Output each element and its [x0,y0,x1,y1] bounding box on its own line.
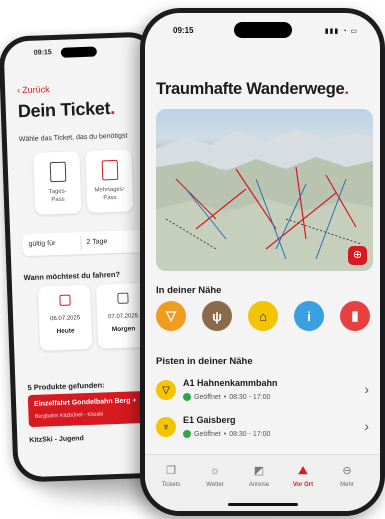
calendar-icon [59,294,71,306]
dynamic-island [60,46,98,58]
slope-name: A1 Hahnenkammbahn [183,378,278,388]
zoom-icon[interactable]: ⊕ [348,246,367,265]
tab-travel[interactable]: ◩ Anreise [237,463,281,488]
nearby-heading: In deiner Nähe [156,285,222,296]
trail-map[interactable]: ⊕ [156,109,373,271]
results-count: 5 Produkte gefunden: [27,380,105,393]
map-illustration [156,129,373,271]
chevron-right-icon: › [364,381,369,397]
calendar-icon [117,292,129,304]
restaurant-icon[interactable]: ψ [202,301,232,331]
travel-icon: ◩ [253,465,265,477]
front-phone: 09:15 ▮▮▮ ◔ ▭ Traumhafte Wanderwege. ⊕ I… [140,8,385,516]
slope-name: E1 Gaisberg [183,415,236,425]
tab-weather[interactable]: ☼ Wetter [193,463,237,488]
front-phone-screen: 09:15 ▮▮▮ ◔ ▭ Traumhafte Wanderwege. ⊕ I… [145,13,380,511]
page-subtitle: Wähle das Ticket, das du benötigst [18,132,128,144]
page-title: Dein Ticket. [17,97,116,122]
local-icon: ⛰ [298,465,308,477]
date-weekday: Heute [56,327,75,336]
status-time: 09:15 [33,49,52,57]
date-card-today[interactable]: 06.07.2025 Heute [38,284,93,351]
chairlift-icon: ♆ [156,417,176,437]
tickets-icon [101,159,119,181]
check-icon [183,393,191,401]
slope-status: Geöffnet • 08:30 - 17:00 [183,430,270,438]
status-time: 09:15 [173,26,194,35]
pass-card-multiday[interactable]: Mehrtages- Pass [85,149,134,213]
page-title: Traumhafte Wanderwege. [156,80,349,98]
pass-label: Mehrtages- Pass [94,186,125,202]
date-value: 06.07.2025 [50,315,81,323]
hut-icon[interactable]: ⌂ [248,301,278,331]
gondola-icon: ▽ [156,380,176,400]
when-question: Wann möchtest du fahren? [23,269,121,283]
product-name: Einzelfahrt Gondelbahn Berg + [33,397,137,408]
validity-selector[interactable]: gültig für 2 Tage [22,229,153,257]
info-icon[interactable]: i [294,301,324,331]
signal-battery-icon: ▮▮▮ ◔ ▭ [324,28,358,35]
tab-local[interactable]: ⛰ Vor Ort [281,463,325,488]
list-item[interactable]: ♆ E1 Gaisberg Geöffnet • 08:30 - 17:00 › [156,413,373,449]
slopes-heading: Pisten in deiner Nähe [156,356,253,367]
tickets-icon: ❐ [166,465,176,477]
pass-label: Tages- Pass [48,188,67,204]
more-icon: ⊖ [342,465,352,477]
gondola-icon[interactable]: ▽ [156,301,186,331]
chevron-right-icon: › [364,418,369,434]
tab-bar: ❐ Tickets ☼ Wetter ◩ Anreise ⛰ Vor Ort ⊖… [145,454,380,511]
weather-icon: ☼ [209,465,221,477]
ticket-icon [49,161,67,183]
validity-value: 2 Tage [86,238,108,246]
validity-label: gültig für [28,240,56,248]
tab-tickets[interactable]: ❐ Tickets [149,463,193,488]
home-indicator [227,503,298,506]
check-icon [183,430,191,438]
back-label: Zurück [21,84,50,96]
pass-card-day[interactable]: Tages- Pass [33,151,82,215]
dynamic-island [233,22,292,38]
chevron-left-icon: ‹ [16,85,21,96]
list-item[interactable]: ▽ A1 Hahnenkammbahn Geöffnet • 08:30 - 1… [156,376,373,412]
bookmark-icon[interactable]: ▮ [340,301,370,331]
product-item[interactable]: KitzSki - Jugend [29,435,84,444]
tab-more[interactable]: ⊖ Mehr [325,463,369,488]
slope-status: Geöffnet • 08:30 - 17:00 [183,393,270,401]
back-button[interactable]: ‹ Zurück [17,84,50,95]
product-subtitle: Bergbahn Kitzbühel - Kitzski [34,411,104,420]
